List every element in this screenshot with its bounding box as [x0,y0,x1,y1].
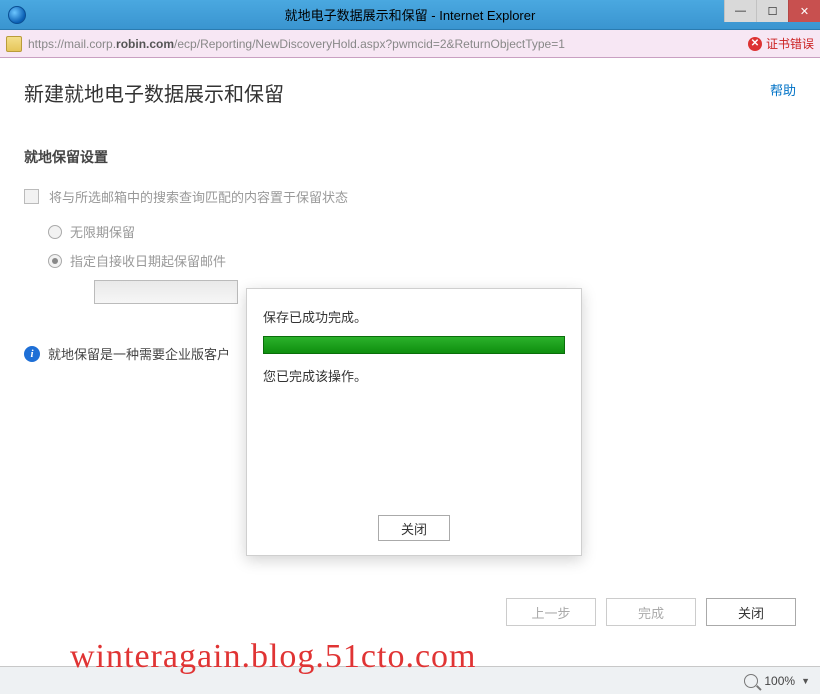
url-host: robin.com [116,37,174,51]
page-title: 新建就地电子数据展示和保留 [24,78,796,107]
cert-error-indicator[interactable]: ✕ 证书错误 [748,35,814,52]
window-title: 就地电子数据展示和保留 - Internet Explorer [285,5,536,24]
radio-indefinite-row: 无限期保留 [48,222,796,241]
close-window-button[interactable]: ✕ [788,0,820,22]
info-text: 就地保留是一种需要企业版客户 [48,344,230,363]
section-heading: 就地保留设置 [24,147,796,167]
url-field[interactable]: https://mail.corp.robin.com/ecp/Reportin… [28,37,742,51]
hold-checkbox-label: 将与所选邮箱中的搜索查询匹配的内容置于保留状态 [49,187,348,206]
radio-indefinite[interactable] [48,225,62,239]
minimize-button[interactable]: — [724,0,756,22]
dialog-progress-bar [263,336,565,354]
help-link[interactable]: 帮助 [770,80,796,99]
zoom-dropdown-icon[interactable]: ▼ [801,676,810,686]
info-icon: i [24,346,40,362]
zoom-level: 100% [764,674,795,688]
ie-icon [8,6,26,24]
radio-indefinite-label: 无限期保留 [70,222,135,241]
wizard-footer: 上一步 完成 关闭 [506,598,796,626]
radio-days-row: 指定自接收日期起保留邮件 [48,251,796,270]
status-bar: 100% ▼ [0,666,820,694]
zoom-icon[interactable] [744,674,758,688]
address-bar: https://mail.corp.robin.com/ecp/Reportin… [0,30,820,58]
dialog-message-2: 您已完成该操作。 [263,366,565,385]
dialog-footer: 关闭 [247,515,581,541]
maximize-button[interactable]: ☐ [756,0,788,22]
window-titlebar: 就地电子数据展示和保留 - Internet Explorer — ☐ ✕ [0,0,820,30]
favicon-icon [6,36,22,52]
save-complete-dialog: 保存已成功完成。 您已完成该操作。 关闭 [246,288,582,556]
finish-button[interactable]: 完成 [606,598,696,626]
hold-checkbox[interactable] [24,189,39,204]
url-prefix: https://mail.corp. [28,37,116,51]
days-input[interactable] [94,280,238,304]
cert-error-label: 证书错误 [766,35,814,52]
url-suffix: /ecp/Reporting/NewDiscoveryHold.aspx?pwm… [174,37,565,51]
radio-days[interactable] [48,254,62,268]
radio-days-label: 指定自接收日期起保留邮件 [70,251,226,270]
hold-checkbox-row: 将与所选邮箱中的搜索查询匹配的内容置于保留状态 [24,187,796,206]
dialog-message-1: 保存已成功完成。 [263,307,565,326]
window-controls: — ☐ ✕ [724,0,820,22]
close-button[interactable]: 关闭 [706,598,796,626]
prev-button[interactable]: 上一步 [506,598,596,626]
dialog-close-button[interactable]: 关闭 [378,515,450,541]
cert-error-icon: ✕ [748,37,762,51]
page-body: 帮助 新建就地电子数据展示和保留 就地保留设置 将与所选邮箱中的搜索查询匹配的内… [0,58,820,666]
